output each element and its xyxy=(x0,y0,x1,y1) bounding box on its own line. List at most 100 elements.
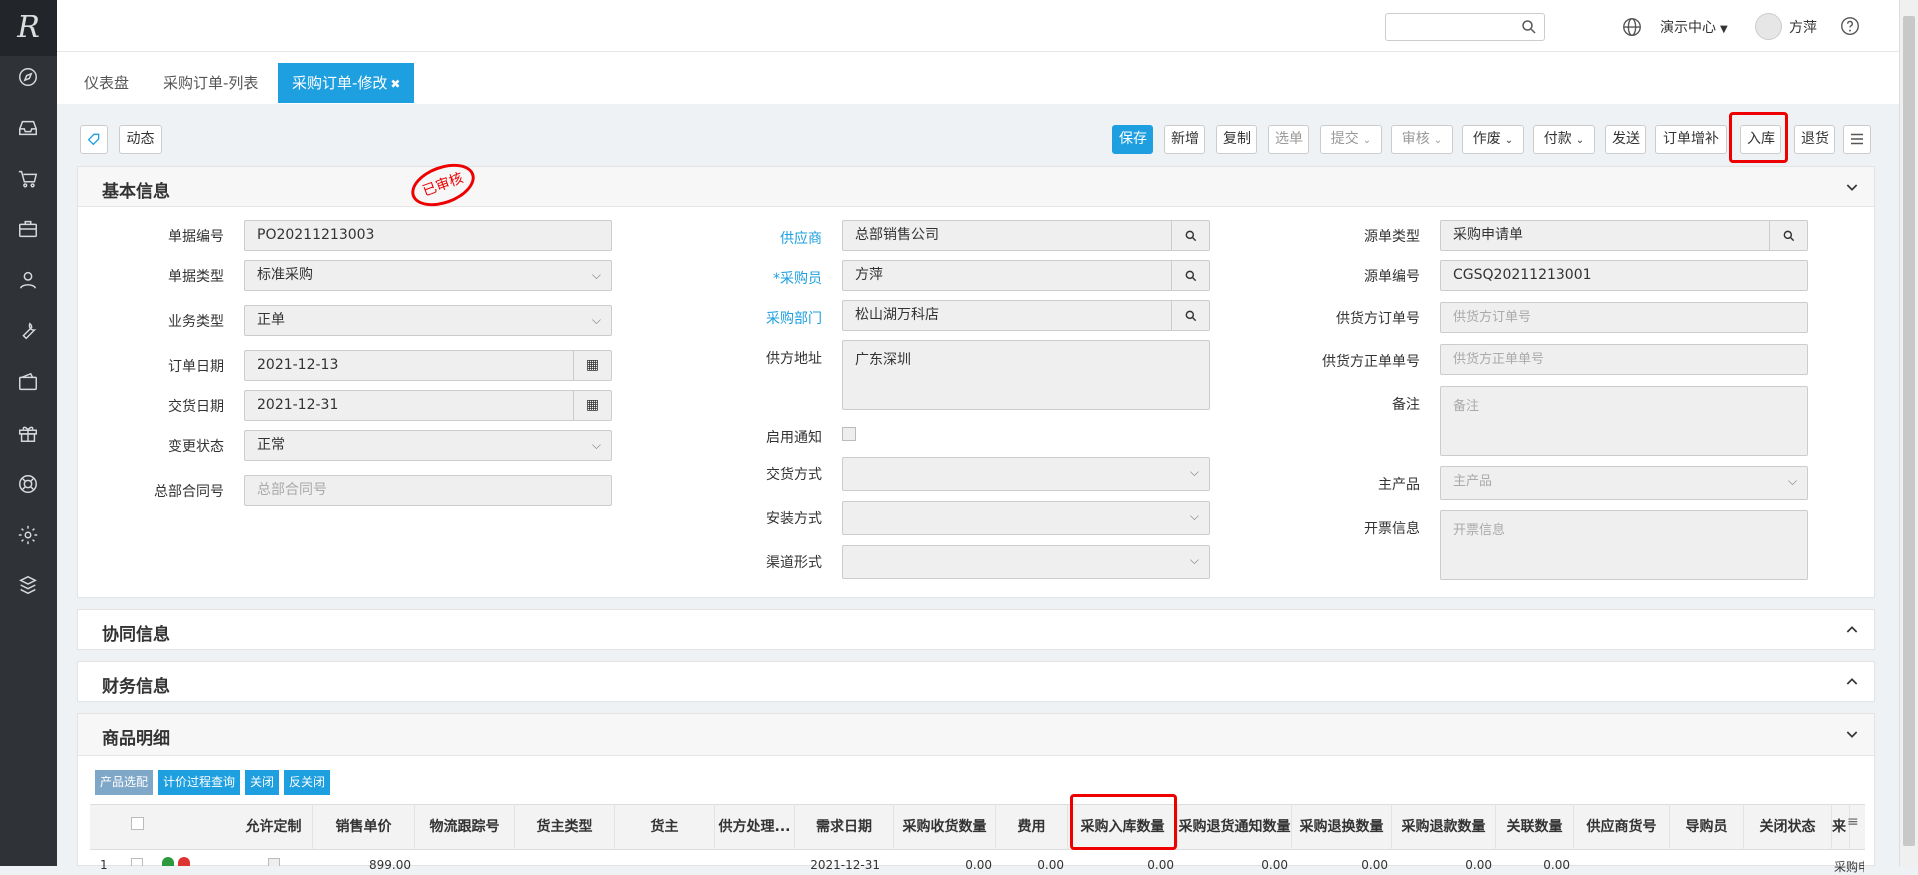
supplier-formal-field[interactable]: 供货方正单单号 xyxy=(1440,344,1808,375)
hamburger-icon[interactable] xyxy=(1843,125,1871,154)
search-icon[interactable] xyxy=(1171,221,1209,250)
dept-field[interactable]: 松山湖万科店 xyxy=(842,300,1210,331)
tab-dashboard[interactable]: 仪表盘 xyxy=(84,63,129,103)
tab-po-edit[interactable]: 采购订单-修改 ✖ xyxy=(278,63,415,103)
submit-button[interactable]: 提交 ⌄ xyxy=(1320,125,1382,154)
finance-panel[interactable]: 财务信息 xyxy=(77,661,1875,702)
globe-icon[interactable] xyxy=(1621,16,1643,38)
order-supplement-button[interactable]: 订单增补 xyxy=(1655,125,1727,154)
dept-label[interactable]: 采购部门 xyxy=(730,308,822,328)
new-button[interactable]: 新增 xyxy=(1164,125,1205,154)
search-icon[interactable] xyxy=(1520,18,1538,36)
contract-no-field[interactable]: 总部合同号 xyxy=(244,475,612,506)
col-header[interactable]: 采购退货通知数量 xyxy=(1178,804,1292,850)
wallet-icon[interactable] xyxy=(12,366,44,398)
product-config-button[interactable]: 产品选配 xyxy=(95,770,154,795)
col-header[interactable]: 销售单价 xyxy=(313,804,415,850)
search-icon[interactable] xyxy=(1171,261,1209,290)
gift-icon[interactable] xyxy=(12,417,44,449)
compass-icon[interactable] xyxy=(12,61,44,93)
save-button[interactable]: 保存 xyxy=(1112,125,1153,154)
column-menu-icon[interactable]: ≡ xyxy=(1847,814,1859,830)
source-no-field[interactable]: CGSQ20211213001 xyxy=(1440,260,1808,291)
supplier-addr-textarea[interactable]: 广东深圳 xyxy=(842,340,1210,410)
cart-icon[interactable] xyxy=(12,163,44,195)
tag-icon[interactable] xyxy=(80,125,108,154)
goods-header[interactable]: 商品明细 xyxy=(78,714,1874,756)
tab-po-list[interactable]: 采购订单-列表 xyxy=(163,63,258,103)
basic-info-header[interactable]: 基本信息 xyxy=(78,167,1874,207)
row-checkbox[interactable] xyxy=(131,858,143,866)
col-header[interactable]: 关闭状态 xyxy=(1744,804,1832,850)
col-header[interactable]: 采购退换数量 xyxy=(1292,804,1392,850)
review-button[interactable]: 审核 ⌄ xyxy=(1391,125,1453,154)
calendar-icon[interactable]: ▦ xyxy=(573,391,611,420)
return-button[interactable]: 退货 xyxy=(1794,125,1835,154)
col-header[interactable]: 采购收货数量 xyxy=(894,804,996,850)
col-header[interactable]: 费用 xyxy=(996,804,1068,850)
doc-no-field[interactable]: PO20211213003 xyxy=(244,220,612,251)
activity-button[interactable]: 动态 xyxy=(119,125,162,154)
change-status-select[interactable]: 正常 ⌵ xyxy=(244,430,612,461)
col-header[interactable]: 采购退款数量 xyxy=(1392,804,1496,850)
send-button[interactable]: 发送 xyxy=(1605,125,1646,154)
remark-textarea[interactable]: 备注 xyxy=(1440,386,1808,456)
question-icon[interactable] xyxy=(1839,15,1861,37)
select-all-checkbox[interactable] xyxy=(131,817,144,830)
delivery-date-field[interactable]: 2021-12-31 ▦ xyxy=(244,390,612,421)
col-header[interactable]: 需求日期 xyxy=(795,804,894,850)
install-mode-select[interactable]: ⌵ xyxy=(842,501,1210,535)
lifebuoy-icon[interactable] xyxy=(12,468,44,500)
scrollbar-thumb[interactable] xyxy=(1903,16,1915,846)
chevron-down-icon[interactable] xyxy=(1844,726,1860,742)
delivery-mode-select[interactable]: ⌵ xyxy=(842,457,1210,491)
col-header[interactable]: 导购员 xyxy=(1670,804,1744,850)
calendar-icon[interactable]: ▦ xyxy=(573,351,611,380)
col-header[interactable]: 货主类型 xyxy=(515,804,615,850)
avatar[interactable] xyxy=(1755,13,1782,40)
doc-type-select[interactable]: 标准采购 ⌵ xyxy=(244,260,612,291)
wrench-icon[interactable] xyxy=(12,315,44,347)
invoice-textarea[interactable]: 开票信息 xyxy=(1440,510,1808,580)
close-icon[interactable]: ✖ xyxy=(390,77,400,91)
search-icon[interactable] xyxy=(1171,301,1209,330)
collab-panel[interactable]: 协同信息 xyxy=(77,609,1875,650)
copy-button[interactable]: 复制 xyxy=(1216,125,1257,154)
remove-row-icon[interactable] xyxy=(178,857,190,866)
close-rows-button[interactable]: 关闭 xyxy=(245,770,280,795)
col-header[interactable]: 关联数量 xyxy=(1496,804,1574,850)
user-icon[interactable] xyxy=(12,264,44,296)
enable-notify-checkbox[interactable] xyxy=(842,427,856,441)
briefcase-icon[interactable] xyxy=(12,213,44,245)
user-name[interactable]: 方萍 xyxy=(1789,17,1817,37)
supplier-order-field[interactable]: 供货方订单号 xyxy=(1440,302,1808,333)
col-header[interactable]: 允许定制 xyxy=(235,804,313,850)
org-switcher[interactable]: 演示中心 ▼ xyxy=(1660,17,1728,37)
col-header[interactable]: 物流跟踪号 xyxy=(415,804,515,850)
supplier-field[interactable]: 总部销售公司 xyxy=(842,220,1210,251)
reopen-rows-button[interactable]: 反关闭 xyxy=(284,770,331,795)
channel-select[interactable]: ⌵ xyxy=(842,545,1210,579)
page-scrollbar[interactable] xyxy=(1899,0,1918,866)
supplier-label[interactable]: 供应商 xyxy=(730,228,822,248)
inbox-icon[interactable] xyxy=(12,112,44,144)
select-button[interactable]: 选单 xyxy=(1268,125,1309,154)
chevron-up-icon[interactable] xyxy=(1844,622,1860,638)
gear-icon[interactable] xyxy=(12,519,44,551)
chevron-up-icon[interactable] xyxy=(1844,674,1860,690)
buyer-label[interactable]: *采购员 xyxy=(730,268,822,288)
col-header[interactable]: 供应商货号 xyxy=(1574,804,1670,850)
chevron-down-icon[interactable] xyxy=(1844,179,1860,195)
buyer-field[interactable]: 方萍 xyxy=(842,260,1210,291)
add-row-icon[interactable] xyxy=(162,857,174,866)
col-header[interactable]: 货主 xyxy=(615,804,715,850)
col-header[interactable]: 供方处理... xyxy=(715,804,795,850)
order-date-field[interactable]: 2021-12-13 ▦ xyxy=(244,350,612,381)
allow-custom-checkbox[interactable] xyxy=(268,858,280,866)
cubes-icon[interactable] xyxy=(12,569,44,601)
void-button[interactable]: 作废 ⌄ xyxy=(1462,125,1524,154)
pricing-query-button[interactable]: 计价过程查询 xyxy=(158,770,241,795)
main-product-select[interactable]: 主产品 ⌵ xyxy=(1440,466,1808,500)
search-icon[interactable] xyxy=(1769,221,1807,250)
search-input[interactable] xyxy=(1385,13,1545,41)
